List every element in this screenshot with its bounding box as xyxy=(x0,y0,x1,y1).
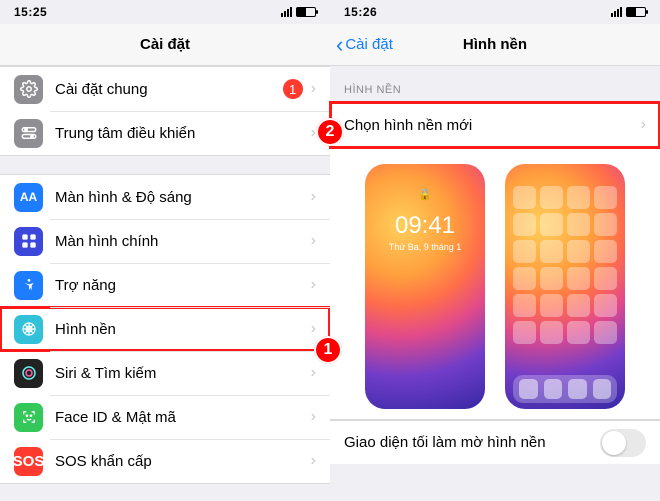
status-time: 15:25 xyxy=(14,5,47,19)
preview-date: Thứ Ba, 9 tháng 1 xyxy=(365,242,485,252)
row-label: Màn hình & Độ sáng xyxy=(55,189,311,206)
chevron-left-icon: ‹ xyxy=(336,34,343,56)
back-button[interactable]: ‹ Cài đặt xyxy=(336,24,393,65)
settings-list-2: AA Màn hình & Độ sáng › Màn hình chính ›… xyxy=(0,174,330,484)
row-label: Chọn hình nền mới xyxy=(344,117,641,134)
row-general[interactable]: Cài đặt chung 1 › xyxy=(0,67,330,111)
battery-icon xyxy=(626,7,646,17)
signal-icon xyxy=(281,7,292,17)
status-time: 15:26 xyxy=(344,5,377,19)
wallpaper-screen: 15:26 ‹ Cài đặt Hình nền HÌNH NỀN Chọn h… xyxy=(330,0,660,501)
step-callout-2: 2 xyxy=(316,118,344,146)
row-display[interactable]: AA Màn hình & Độ sáng › xyxy=(0,175,330,219)
dark-mode-dim-row[interactable]: Giao diện tối làm mờ hình nền xyxy=(330,420,660,464)
nav-header: ‹ Cài đặt Hình nền xyxy=(330,24,660,66)
row-wallpaper[interactable]: Hình nền › xyxy=(0,307,330,351)
row-label: Trợ năng xyxy=(55,277,311,294)
row-siri[interactable]: Siri & Tìm kiếm › xyxy=(0,351,330,395)
settings-screen: 15:25 Cài đặt Cài đặt chung 1 › Trung tâ… xyxy=(0,0,330,501)
settings-list: Cài đặt chung 1 › Trung tâm điều khiển › xyxy=(0,66,330,156)
accessibility-icon xyxy=(14,271,43,300)
notification-badge: 1 xyxy=(283,79,303,99)
text-size-icon: AA xyxy=(14,183,43,212)
row-home-screen[interactable]: Màn hình chính › xyxy=(0,219,330,263)
gear-icon xyxy=(14,75,43,104)
home-app-grid xyxy=(513,186,617,367)
chevron-right-icon: › xyxy=(311,408,316,426)
status-indicators xyxy=(611,7,646,17)
chevron-right-icon: › xyxy=(311,452,316,470)
wallpaper-previews: 🔒 09:41 Thứ Ba, 9 tháng 1 xyxy=(330,148,660,420)
chevron-right-icon: › xyxy=(311,276,316,294)
sos-icon: SOS xyxy=(14,447,43,476)
page-title: Hình nền xyxy=(463,36,527,53)
row-faceid[interactable]: Face ID & Mật mã › xyxy=(0,395,330,439)
battery-icon xyxy=(296,7,316,17)
lock-icon: 🔒 xyxy=(365,188,485,201)
choose-wallpaper-list: Chọn hình nền mới › xyxy=(330,102,660,148)
row-sos[interactable]: SOS SOS khẩn cấp › xyxy=(0,439,330,483)
row-label: Siri & Tìm kiếm xyxy=(55,365,311,382)
page-title: Cài đặt xyxy=(140,36,190,53)
status-bar: 15:25 xyxy=(0,0,330,24)
toggles-icon xyxy=(14,119,43,148)
home-screen-preview[interactable] xyxy=(505,164,625,409)
home-dock xyxy=(513,375,617,403)
row-label: Màn hình chính xyxy=(55,233,311,250)
chevron-right-icon: › xyxy=(311,80,316,98)
chevron-right-icon: › xyxy=(311,364,316,382)
wallpaper-icon xyxy=(14,315,43,344)
section-header: HÌNH NỀN xyxy=(330,66,660,102)
chevron-right-icon: › xyxy=(311,232,316,250)
preview-clock: 09:41 xyxy=(365,212,485,240)
status-indicators xyxy=(281,7,316,17)
chevron-right-icon: › xyxy=(311,320,316,338)
toggle-switch[interactable] xyxy=(600,429,646,457)
row-label: Trung tâm điều khiển xyxy=(55,125,311,142)
row-label: Hình nền xyxy=(55,321,311,338)
apps-grid-icon xyxy=(14,227,43,256)
step-callout-1: 1 xyxy=(314,336,342,364)
row-label: Face ID & Mật mã xyxy=(55,409,311,426)
row-choose-wallpaper[interactable]: Chọn hình nền mới › xyxy=(330,103,660,147)
row-label: Giao diện tối làm mờ hình nền xyxy=(344,434,600,451)
back-label: Cài đặt xyxy=(345,36,393,53)
chevron-right-icon: › xyxy=(641,116,646,134)
row-control-center[interactable]: Trung tâm điều khiển › xyxy=(0,111,330,155)
signal-icon xyxy=(611,7,622,17)
status-bar: 15:26 xyxy=(330,0,660,24)
row-accessibility[interactable]: Trợ năng › xyxy=(0,263,330,307)
lock-screen-preview[interactable]: 🔒 09:41 Thứ Ba, 9 tháng 1 xyxy=(365,164,485,409)
siri-icon xyxy=(14,359,43,388)
row-label: SOS khẩn cấp xyxy=(55,453,311,470)
row-label: Cài đặt chung xyxy=(55,81,283,98)
face-id-icon xyxy=(14,403,43,432)
chevron-right-icon: › xyxy=(311,188,316,206)
nav-header: Cài đặt xyxy=(0,24,330,66)
